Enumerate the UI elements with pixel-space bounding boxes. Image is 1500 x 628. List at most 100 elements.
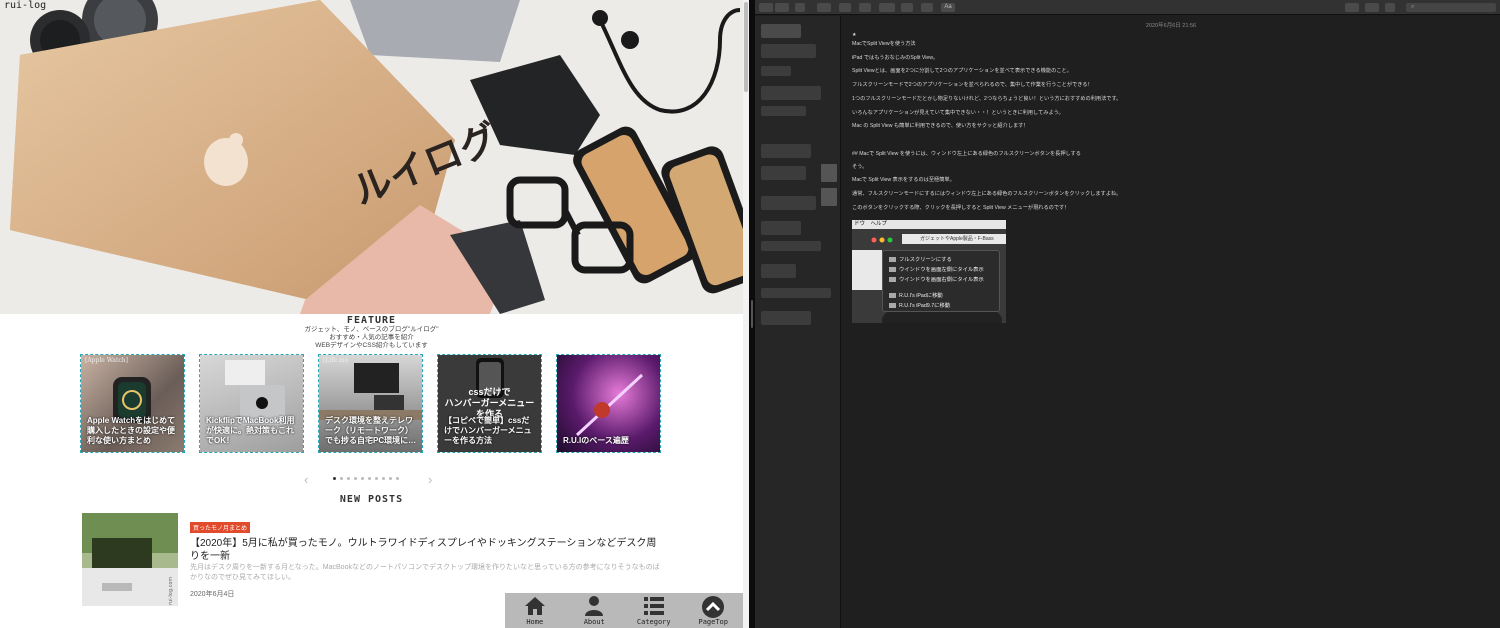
slider-dot[interactable] xyxy=(368,477,371,480)
delete-button[interactable] xyxy=(839,3,851,12)
bottom-nav: Home About Category PageTop xyxy=(505,593,743,628)
note-line[interactable]: いろんなアプリケーションが見えていて集中できない・・！というときに利用してみよう… xyxy=(852,109,1492,116)
slider-nav: ‹ › xyxy=(300,472,440,487)
note-list-item[interactable] xyxy=(761,311,811,325)
note-line[interactable]: フルスクリーンモードで2つのアプリケーションを並べられるので、集中して作業を行う… xyxy=(852,81,1492,88)
note-list-item[interactable] xyxy=(761,241,821,251)
feature-desc-line: WEBデザインやCSS紹介もしています xyxy=(315,342,428,349)
note-thumbnail[interactable] xyxy=(821,188,837,206)
feature-desc-line: おすすめ・人気の記事を紹介 xyxy=(329,334,414,341)
note-list-item[interactable] xyxy=(761,288,831,298)
collaborate-button[interactable] xyxy=(1365,3,1379,12)
feature-card[interactable]: [Apple Watch] Apple Watchをはじめて購入したときの設定や… xyxy=(80,354,185,453)
menu-item[interactable]: ウインドウを画面右側にタイル表示 xyxy=(889,275,984,283)
menu-item[interactable]: R.U.I's iPad9.7に移動 xyxy=(889,301,950,309)
nav-pagetop[interactable]: PageTop xyxy=(684,593,744,628)
menu-item-label: ウインドウを画面右側にタイル表示 xyxy=(899,277,984,283)
slider-dot[interactable] xyxy=(382,477,385,480)
nav-home[interactable]: Home xyxy=(505,593,565,628)
slider-dot[interactable] xyxy=(340,477,343,480)
nav-category[interactable]: Category xyxy=(624,593,684,628)
note-line[interactable]: iPad ではもうおなじみのSplit View。 xyxy=(852,54,1492,61)
note-thumbnail[interactable] xyxy=(821,164,837,182)
note-line[interactable]: MacでSplit Viewを使う方法 xyxy=(852,40,1492,47)
note-line[interactable]: Split Viewとは、画面を2つに分割して2つのアプリケーションを並べて表示… xyxy=(852,67,1492,74)
card-tag: [Apple Watch] xyxy=(85,357,128,364)
gallery-view-button[interactable] xyxy=(795,3,805,12)
post-excerpt: 先月はデスク周りを一新する月となった。MacBookなどのノートパソコンでデスク… xyxy=(190,564,660,581)
note-line[interactable]: Mac の Split View も簡単に利用できるので、使い方をサクッと紹介し… xyxy=(852,122,1492,129)
note-list-item[interactable] xyxy=(761,144,811,158)
slider-dot[interactable] xyxy=(389,477,392,480)
note-line[interactable]: そう。 xyxy=(852,163,1492,170)
note-line[interactable]: ★ xyxy=(852,32,1492,38)
note-list-item[interactable] xyxy=(761,24,801,38)
menu-item-label: R.U.I's iPad9.7に移動 xyxy=(899,303,951,309)
post-thumbnail[interactable]: rui-log.com xyxy=(82,513,178,606)
home-icon xyxy=(524,597,545,615)
scrollbar-thumb[interactable] xyxy=(744,2,748,92)
feature-title: FEATURE xyxy=(346,315,397,326)
note-list-item[interactable] xyxy=(761,264,796,278)
slider-dot[interactable] xyxy=(354,477,357,480)
note-list-item[interactable] xyxy=(761,106,806,116)
table-button[interactable] xyxy=(901,3,913,12)
card-title[interactable]: KickflipでMacBook利用が快適に。熱対策もこれでOK！ xyxy=(206,416,299,446)
feature-card[interactable]: cssだけで ハンバーガーメニュー を作る 【コピペで簡単】cssだけでハンバー… xyxy=(437,354,542,453)
card-title[interactable]: Apple Watchをはじめて購入したときの設定や便利な使い方まとめ xyxy=(87,416,180,446)
slider-dot[interactable] xyxy=(375,477,378,480)
divider-grip[interactable] xyxy=(751,300,753,328)
feature-card[interactable]: KickflipでMacBook利用が快適に。熱対策もこれでOK！ xyxy=(199,354,304,453)
slider-dot[interactable] xyxy=(333,477,336,480)
search-icon: ⌕ xyxy=(1411,4,1415,10)
note-line[interactable]: このボタンをクリックする際、クリックを長押しすると Split View メニュ… xyxy=(852,204,1492,211)
note-line[interactable]: Macで Split View 表示をするのは至極簡単。 xyxy=(852,176,1492,183)
new-note-button[interactable] xyxy=(859,3,871,12)
card-title[interactable]: 【コピペで簡単】cssだけでハンバーガーメニューを作る方法 xyxy=(444,416,537,446)
feature-card[interactable]: R.U.Iのベース遍歴 xyxy=(556,354,661,453)
menu-item[interactable]: フルスクリーンにする xyxy=(889,255,952,263)
post-category-badge[interactable]: 買ったモノ月まとめ xyxy=(190,522,251,533)
share-button[interactable] xyxy=(1345,3,1359,12)
card-title[interactable]: デスク環境を整えテレワーク（リモートワーク）でも捗る自宅PC環境に… xyxy=(325,416,418,446)
card-title[interactable]: R.U.Iのベース遍歴 xyxy=(563,436,656,446)
note-line[interactable]: ## Macで Split View を使うには、ウィンドウ左上にある緑色のフル… xyxy=(852,150,1492,157)
note-list-item[interactable] xyxy=(761,66,791,76)
feature-card[interactable]: [Life mo デスク環境を整えテレワーク（リモートワーク）でも捗る自宅PC環… xyxy=(318,354,423,453)
slider-next-button[interactable]: › xyxy=(428,472,432,487)
note-embedded-screenshot[interactable]: ドウ ヘルプ ガジェットやApple製品・F-Bass フルスクリーンにする ウ… xyxy=(852,220,1006,323)
site-logo[interactable]: rui-log xyxy=(4,0,46,11)
menu-item[interactable]: R.U.I's iPadに移動 xyxy=(889,291,943,299)
attachments-button[interactable] xyxy=(817,3,831,12)
search-input[interactable]: ⌕ xyxy=(1406,3,1496,12)
slider-dot[interactable] xyxy=(361,477,364,480)
checklist-button[interactable] xyxy=(921,3,933,12)
menu-item[interactable]: ウインドウを画面左側にタイル表示 xyxy=(889,265,984,273)
note-list-item[interactable] xyxy=(761,86,821,100)
slider-dot[interactable] xyxy=(347,477,350,480)
slider-dots[interactable] xyxy=(333,477,399,480)
note-list-item[interactable] xyxy=(761,221,801,235)
format-button[interactable]: Aa xyxy=(941,3,955,12)
export-button[interactable] xyxy=(1385,3,1395,12)
sidebar-toggle-button[interactable] xyxy=(759,3,773,12)
hero-image[interactable]: rui-log ルイログ xyxy=(0,0,743,314)
nav-label: About xyxy=(583,618,605,626)
note-line[interactable]: 1つのフルスクリーンモードだとかし物足りないけれど、2つならちょうど良い！という… xyxy=(852,95,1492,102)
note-line[interactable]: 通常、フルスクリーンモードにするにはウィンドウ左上にある緑色のフルスクリーンボタ… xyxy=(852,190,1492,197)
lock-button[interactable] xyxy=(879,3,895,12)
post-title[interactable]: 【2020年】5月に私が買ったモノ。ウルトラワイドディスプレイやドッキングステー… xyxy=(190,537,660,563)
nav-about[interactable]: About xyxy=(565,593,625,628)
notes-list[interactable] xyxy=(755,16,841,628)
list-view-button[interactable] xyxy=(775,3,789,12)
slider-prev-button[interactable]: ‹ xyxy=(304,472,308,487)
chevron-up-circle-icon xyxy=(702,596,725,618)
menu-item-label: フルスクリーンにする xyxy=(899,257,952,263)
notes-pane: Aa ⌕ 2020年6月6日 21:56 ★ MacでSplit Viewを使う… xyxy=(755,0,1500,628)
note-editor[interactable]: 2020年6月6日 21:56 ★ MacでSplit Viewを使う方法 iP… xyxy=(842,16,1500,628)
slider-dot[interactable] xyxy=(396,477,399,480)
note-list-item[interactable] xyxy=(761,166,806,180)
screenshot-tab: ガジェットやApple製品・F-Bass xyxy=(902,234,1006,244)
note-list-item[interactable] xyxy=(761,196,816,210)
note-list-item[interactable] xyxy=(761,44,816,58)
